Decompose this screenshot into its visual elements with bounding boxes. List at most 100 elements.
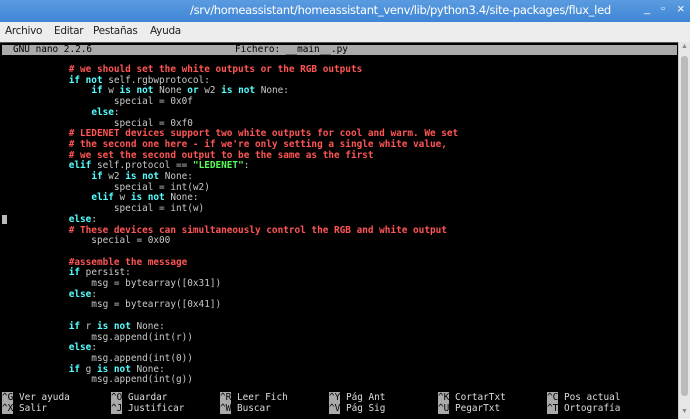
- code-keyword: else: [68, 288, 92, 300]
- shortcut-label: Buscar: [231, 402, 271, 414]
- code-text: self.protocol ==: [91, 160, 193, 172]
- code-text: :: [91, 342, 97, 354]
- menu-bar: Archivo Editar Pestañas Ayuda: [0, 22, 690, 42]
- shortcut-label: Guardar: [122, 392, 168, 403]
- close-button[interactable]: ×: [677, 1, 685, 16]
- shortcut-key: ^G: [2, 392, 14, 403]
- menu-ayuda[interactable]: Ayuda: [150, 25, 181, 37]
- menu-pestanas[interactable]: Pestañas: [93, 25, 138, 37]
- code-line: special = 0x00: [1, 235, 171, 247]
- code-text: special = int(w2): [1, 181, 210, 193]
- code-comment: # we set the second output to be the sam…: [1, 149, 374, 161]
- nano-version: GNU nano 2.2.6: [13, 44, 93, 55]
- shortcut-label: Leer Fich: [231, 392, 288, 403]
- shortcut-key: ^X: [2, 402, 14, 414]
- code-text: w2: [102, 171, 126, 182]
- code-text: None:: [255, 85, 289, 97]
- code-keyword: is not: [96, 320, 131, 332]
- code-text: :: [91, 213, 97, 225]
- code-line: msg.append(int(g)): [1, 374, 193, 386]
- code-keyword: if: [91, 85, 103, 97]
- code-text: msg.append(int(g)): [1, 374, 193, 386]
- scroll-up-icon[interactable]: ▲: [681, 43, 688, 50]
- code-comment: # we should set the white outputs or the…: [1, 64, 363, 75]
- shortcut-label: Salir: [13, 402, 48, 414]
- code-text: :: [91, 288, 97, 300]
- text-cursor: [2, 215, 7, 224]
- shortcut-item[interactable]: ^T Ortografía: [547, 402, 621, 415]
- code-text: msg.append(int(r)): [1, 331, 193, 343]
- shortcut-key: ^V: [329, 402, 341, 414]
- scroll-down-icon[interactable]: ▼: [681, 408, 688, 415]
- code-comment: # the second one here - if we're only se…: [1, 138, 447, 150]
- menu-archivo[interactable]: Archivo: [5, 25, 42, 37]
- shortcut-label: Ver ayuda: [13, 392, 70, 403]
- shortcut-key: ^R: [220, 392, 232, 403]
- shortcut-item[interactable]: ^X Salir: [2, 402, 48, 415]
- code-text: special = 0x00: [1, 235, 171, 247]
- window-titlebar: /srv/homeassistant/homeassistant_venv/li…: [0, 0, 690, 22]
- code-string: "LEDENET": [192, 160, 244, 172]
- code-keyword: else: [68, 342, 92, 354]
- shortcut-key: ^U: [438, 402, 450, 414]
- code-text: w2: [198, 85, 222, 97]
- scrollbar[interactable]: ▲ ▼: [678, 42, 690, 419]
- code-keyword: if: [91, 171, 103, 182]
- shortcut-key: ^K: [438, 392, 450, 403]
- nano-filename: Fichero: __main__.py: [235, 44, 348, 55]
- code-text: None: [153, 85, 188, 97]
- maximize-button[interactable]: ▫: [661, 3, 665, 15]
- code-keyword: else: [68, 213, 92, 225]
- code-text: msg = bytearray([0x31]): [1, 278, 222, 289]
- terminal[interactable]: GNU nano 2.2.6 Fichero: __main__.py # we…: [0, 42, 678, 419]
- shortcut-label: PegarTxt: [449, 402, 501, 414]
- code-text: None:: [130, 363, 165, 375]
- code-keyword: is not: [119, 85, 154, 97]
- window-title: /srv/homeassistant/homeassistant_venv/li…: [190, 3, 611, 17]
- code-text: w: [113, 192, 131, 204]
- code-text: r: [80, 320, 97, 332]
- code-comment: # These devices can simultaneously contr…: [1, 224, 447, 236]
- scrollbar-thumb[interactable]: [681, 56, 688, 396]
- code-keyword: if: [68, 320, 81, 332]
- code-text: special = int(w): [1, 203, 205, 215]
- shortcut-label: Pág Ant: [340, 392, 386, 403]
- shortcut-label: Justificar: [122, 402, 185, 414]
- shortcut-label: Ortografía: [558, 402, 621, 414]
- shortcut-item[interactable]: ^U PegarTxt: [438, 402, 501, 415]
- code-text: special = 0x0f: [1, 96, 193, 108]
- code-text: None:: [164, 192, 199, 204]
- code-comment: #assemble the message: [1, 256, 188, 268]
- nano-header: GNU nano 2.2.6 Fichero: __main__.py: [2, 45, 677, 55]
- code-comment: # LEDENET devices support two white outp…: [1, 128, 459, 140]
- menu-editar[interactable]: Editar: [54, 25, 84, 37]
- code-keyword: or: [187, 85, 199, 97]
- minimize-button[interactable]: _: [644, 3, 650, 15]
- code-keyword: elif: [68, 160, 92, 172]
- code-keyword: is not: [130, 192, 165, 204]
- code-text: self.rgbwprotocol:: [102, 74, 210, 86]
- code-keyword: is not: [221, 85, 256, 97]
- shortcut-item[interactable]: ^V Pág Sig: [329, 402, 386, 415]
- code-text: w: [102, 85, 120, 97]
- code-line: msg = bytearray([0x41]): [1, 300, 221, 311]
- shortcut-label: Pág Sig: [340, 402, 386, 414]
- shortcut-item[interactable]: ^W Buscar: [220, 402, 271, 415]
- code-keyword: if: [68, 363, 81, 375]
- code-text: :: [243, 160, 250, 172]
- shortcut-label: CortarTxt: [449, 392, 506, 403]
- shortcut-item[interactable]: ^J Justificar: [111, 402, 185, 415]
- code-text: :: [113, 106, 120, 118]
- code-keyword: if not: [68, 74, 103, 86]
